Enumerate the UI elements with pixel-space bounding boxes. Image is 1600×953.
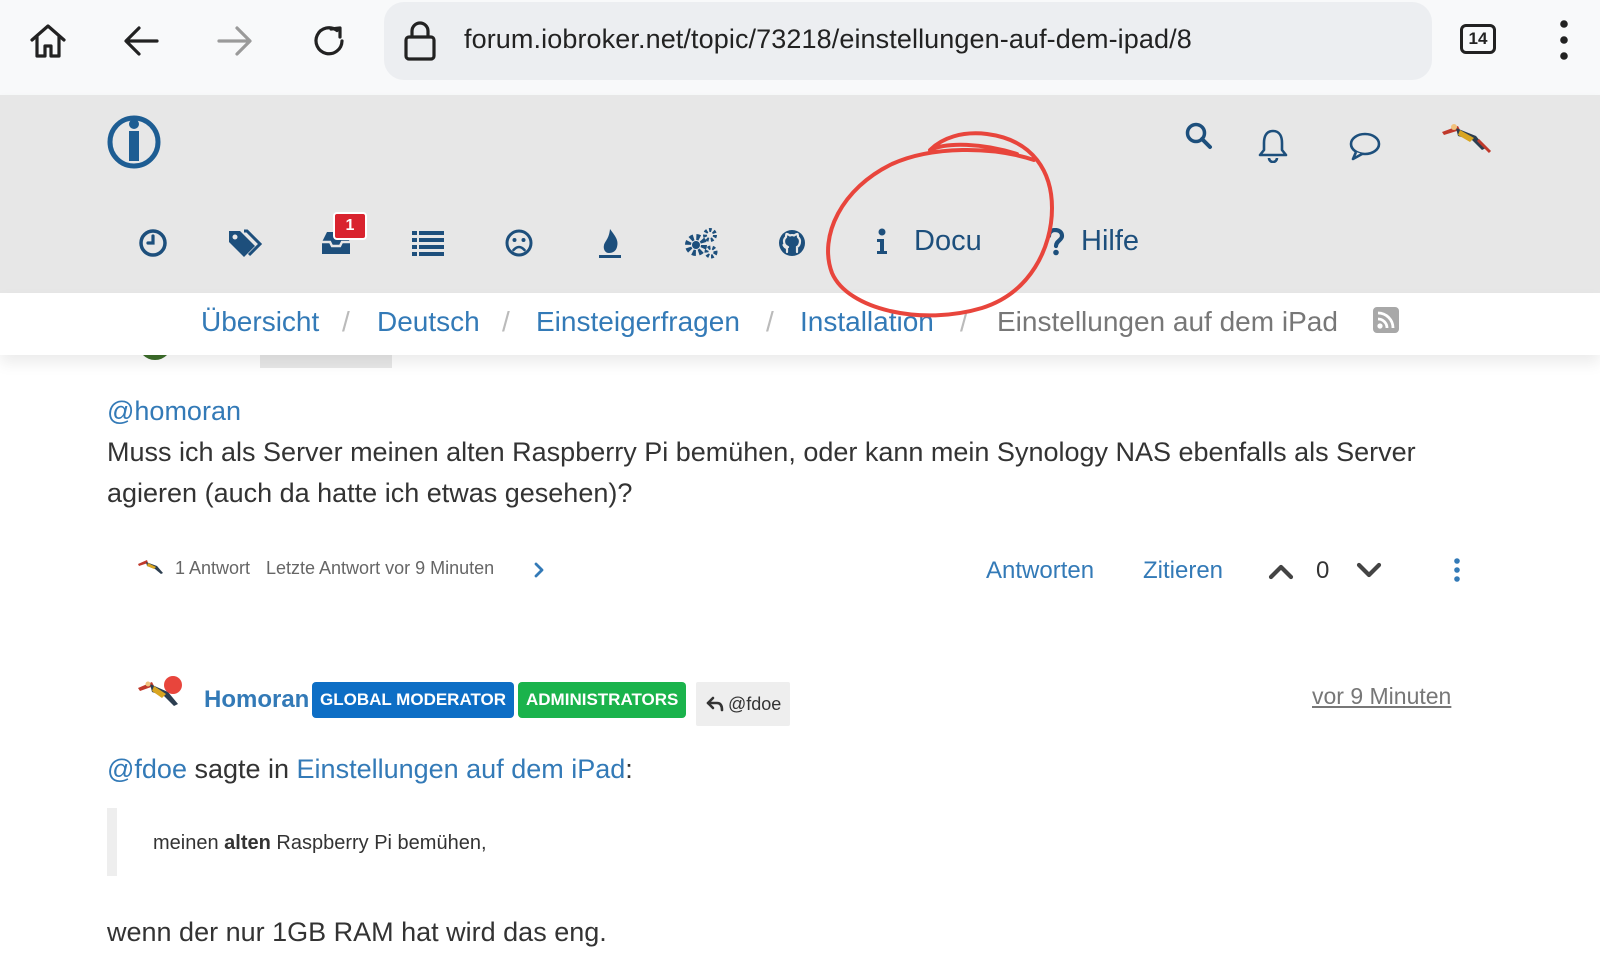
unread-count-badge: 1	[333, 212, 367, 240]
breadcrumb-separator: /	[502, 306, 510, 337]
quote-attribution: @fdoe sagte in Einstellungen auf dem iPa…	[107, 749, 633, 790]
docu-nav-link[interactable]: Docu	[914, 225, 982, 258]
blockquote-bar	[107, 808, 117, 876]
quote-text-pre: meinen	[153, 832, 225, 854]
search-icon[interactable]	[1184, 121, 1214, 151]
info-icon[interactable]	[874, 228, 890, 256]
quoted-topic-link[interactable]: Einstellungen auf dem iPad	[297, 754, 626, 784]
reply-to-button[interactable]: @fdoe	[696, 682, 790, 726]
reload-icon[interactable]	[301, 13, 357, 69]
blockquote-text: meinen alten Raspberry Pi bemühen,	[153, 832, 487, 855]
tab-switcher-button[interactable]: 14	[1460, 24, 1496, 54]
author-name[interactable]: Homoran	[204, 686, 309, 714]
url-text[interactable]: forum.iobroker.net/topic/73218/einstellu…	[464, 24, 1192, 55]
overflow-menu-icon[interactable]	[1552, 18, 1576, 62]
upvote-icon[interactable]	[1268, 562, 1294, 580]
chat-icon[interactable]	[1348, 130, 1382, 162]
url-bar[interactable]: forum.iobroker.net/topic/73218/einstellu…	[384, 2, 1432, 80]
help-nav-link[interactable]: Hilfe	[1081, 225, 1139, 258]
recent-clock-icon[interactable]	[129, 219, 177, 267]
breadcrumb-separator: /	[766, 306, 774, 337]
vote-count: 0	[1316, 557, 1330, 584]
administrators-badge[interactable]: ADMINISTRATORS	[518, 682, 687, 718]
lock-icon[interactable]	[402, 20, 438, 62]
cogs-icon[interactable]	[677, 219, 725, 267]
home-icon[interactable]	[20, 13, 76, 69]
breadcrumb-item-installation[interactable]: Installation	[800, 306, 934, 338]
reply-avatar	[136, 556, 166, 578]
reply-to-user: @fdoe	[728, 694, 782, 714]
global-moderator-badge[interactable]: GLOBAL MODERATOR	[312, 682, 515, 718]
quote-text-post: Raspberry Pi bemühen,	[270, 832, 487, 854]
post-body: Muss ich als Server meinen alten Raspber…	[107, 437, 1416, 508]
iobroker-logo[interactable]	[106, 114, 162, 170]
popular-fire-icon[interactable]	[586, 219, 634, 267]
breadcrumb-current: Einstellungen auf dem iPad	[997, 306, 1338, 337]
breadcrumb-separator: /	[960, 306, 968, 337]
reply-arrow-icon	[706, 696, 724, 712]
user-avatar[interactable]	[1438, 118, 1492, 158]
bell-icon[interactable]	[1257, 127, 1289, 163]
back-arrow-icon[interactable]	[113, 13, 169, 69]
forward-arrow-icon[interactable]	[207, 13, 263, 69]
quote-colon: :	[625, 754, 633, 784]
replies-link[interactable]: 1 Antwort	[175, 558, 250, 579]
breadcrumb-item-deutsch[interactable]: Deutsch	[377, 306, 480, 338]
online-status-dot	[164, 676, 182, 694]
last-reply-text: Letzte Antwort vor 9 Minuten	[266, 558, 495, 578]
mention-link[interactable]: @homoran	[107, 391, 241, 432]
github-icon[interactable]	[768, 219, 816, 267]
quote-said-text: sagte in	[186, 754, 297, 784]
breadcrumb-item-overview[interactable]: Übersicht	[201, 306, 319, 338]
breadcrumb-separator: /	[342, 306, 350, 337]
categories-list-icon[interactable]	[404, 219, 452, 267]
question-mark-icon[interactable]	[1045, 228, 1065, 256]
tags-icon[interactable]	[220, 219, 268, 267]
quote-text-bold: alten	[224, 832, 271, 854]
post-body: wenn der nur 1GB RAM hat wird das eng.	[107, 917, 607, 947]
quoted-user-link[interactable]: @fdoe	[107, 754, 187, 784]
breadcrumb-item-einsteigerfragen[interactable]: Einsteigerfragen	[536, 306, 740, 338]
chevron-right-icon[interactable]	[533, 561, 545, 579]
frown-face-icon[interactable]	[495, 219, 543, 267]
downvote-icon[interactable]	[1356, 562, 1382, 580]
post-menu-icon[interactable]	[1450, 557, 1464, 583]
quote-button[interactable]: Zitieren	[1143, 557, 1223, 585]
reply-button[interactable]: Antworten	[986, 557, 1094, 585]
post-timestamp[interactable]: vor 9 Minuten	[1312, 683, 1451, 710]
rss-icon[interactable]	[1373, 307, 1399, 333]
author-avatar[interactable]	[136, 674, 190, 718]
